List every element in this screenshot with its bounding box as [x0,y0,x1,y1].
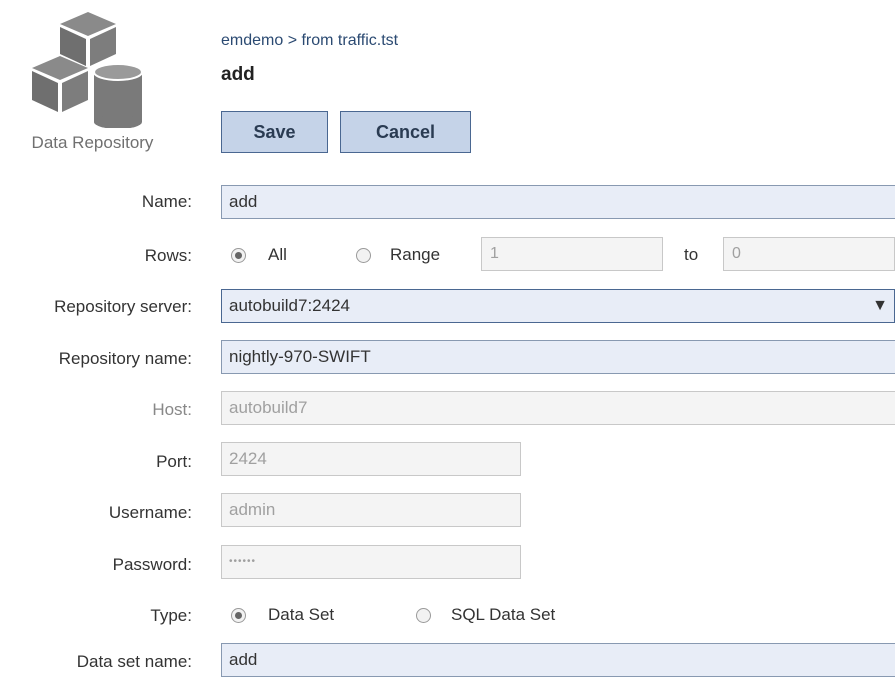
range-to-label: to [684,245,699,264]
username-label: Username: [108,503,192,522]
range-to-input[interactable]: 0 [723,237,895,271]
password-label: Password: [112,555,192,574]
port-label: Port: [156,452,192,471]
rows-all-label: All [268,245,287,264]
name-input[interactable]: add [221,185,895,219]
repository-name-label: Repository name: [58,349,192,368]
repository-server-label: Repository server: [54,297,192,316]
type-sql-dataset-label: SQL Data Set [451,605,556,624]
breadcrumb[interactable]: emdemo > from traffic.tst [221,32,398,50]
rows-range-label: Range [390,245,441,264]
name-label: Name: [141,192,192,211]
password-input[interactable]: •••••• [221,545,521,579]
rows-label: Rows: [144,246,192,265]
triangle-down-icon: ▼ [872,297,888,314]
data-set-name-label: Data set name: [76,652,192,671]
page-title: add [221,64,255,85]
rows-all-radio[interactable] [231,248,246,263]
host-input[interactable]: autobuild7 [221,391,895,425]
data-repository-icon [30,8,160,129]
cancel-button[interactable]: Cancel [340,111,471,153]
host-label: Host: [152,400,192,419]
type-dataset-radio[interactable] [231,608,246,623]
save-button[interactable]: Save [221,111,328,153]
range-from-input[interactable]: 1 [481,237,663,271]
type-sql-dataset-radio[interactable] [416,608,431,623]
type-label: Type: [150,606,192,625]
username-input[interactable]: admin [221,493,521,527]
rows-range-radio[interactable] [356,248,371,263]
repository-server-value: autobuild7:2424 [229,296,351,315]
repository-name-input[interactable]: nightly-970-SWIFT [221,340,895,374]
data-set-name-input[interactable]: add [221,643,895,677]
port-input[interactable]: 2424 [221,442,521,476]
repository-server-select[interactable]: autobuild7:2424 ▼ [221,289,895,323]
icon-caption: Data Repository [31,133,154,152]
type-dataset-label: Data Set [268,605,335,624]
